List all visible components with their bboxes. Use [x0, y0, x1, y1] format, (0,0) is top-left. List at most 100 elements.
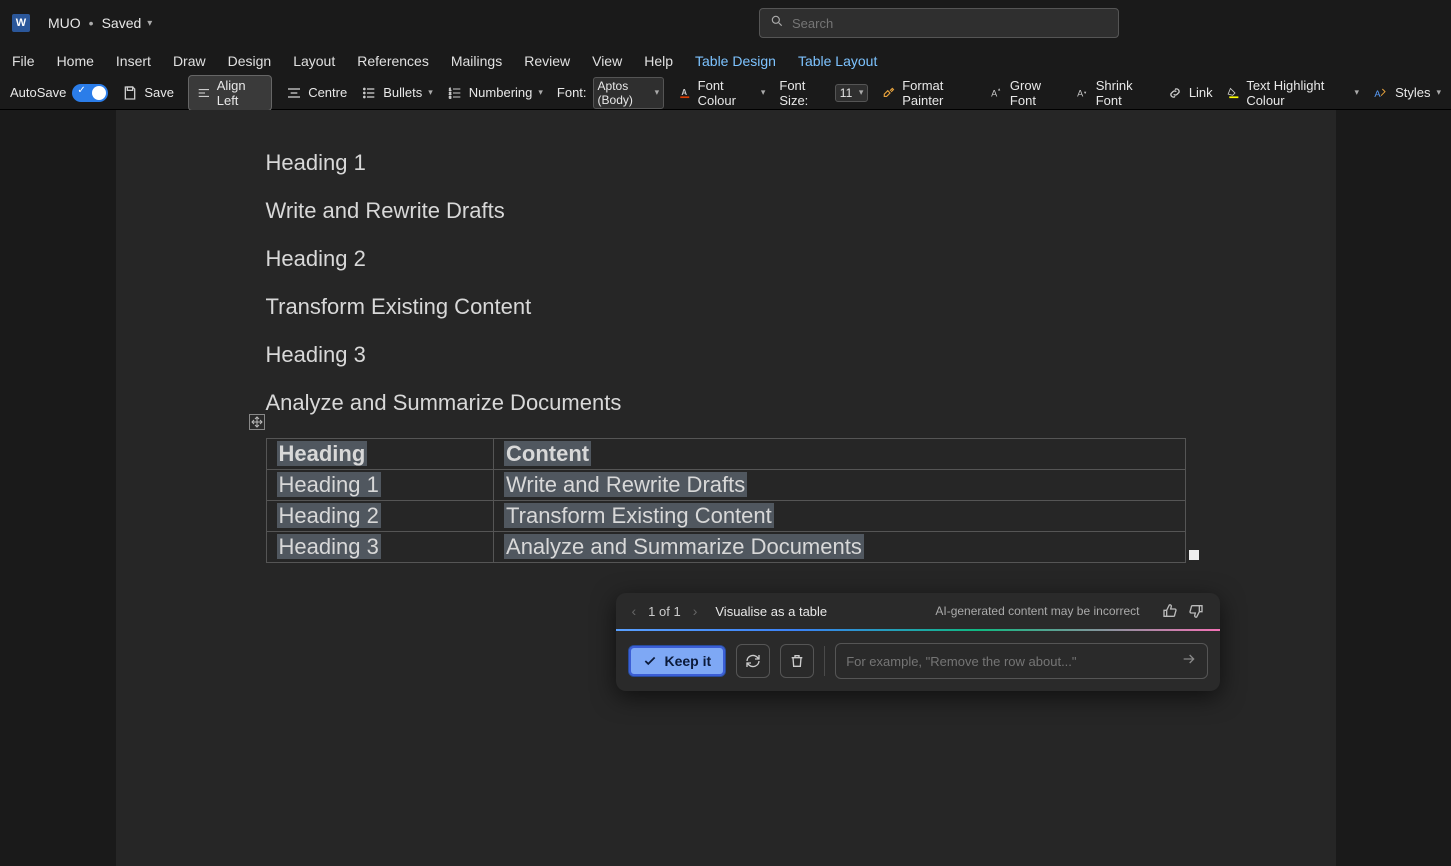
tab-layout[interactable]: Layout: [293, 53, 335, 69]
table-cell[interactable]: Heading 3: [266, 532, 494, 563]
doc-name: MUO: [48, 15, 81, 31]
ai-suggestion-popup: ‹ 1 of 1 › Visualise as a table AI-gener…: [616, 593, 1220, 691]
thumbs-down-icon[interactable]: [1188, 603, 1204, 619]
keep-it-button[interactable]: Keep it: [628, 645, 727, 677]
check-icon: [643, 654, 657, 668]
tab-review[interactable]: Review: [524, 53, 570, 69]
centre-icon: [286, 85, 302, 101]
doc-line[interactable]: Analyze and Summarize Documents: [266, 390, 1186, 416]
chevron-down-icon: ▾: [859, 87, 864, 98]
tab-table-design[interactable]: Table Design: [695, 53, 776, 69]
prev-suggestion-icon[interactable]: ‹: [632, 603, 637, 619]
doc-line[interactable]: Heading 2: [266, 246, 1186, 272]
tab-draw[interactable]: Draw: [173, 53, 206, 69]
ai-disclaimer: AI-generated content may be incorrect: [935, 604, 1139, 618]
save-status: Saved: [102, 15, 142, 31]
link-icon: [1167, 85, 1183, 101]
tab-design[interactable]: Design: [228, 53, 272, 69]
search-icon: [770, 14, 784, 33]
table-row[interactable]: Heading 2 Transform Existing Content: [266, 501, 1185, 532]
table-move-handle[interactable]: [249, 414, 265, 430]
align-left-button[interactable]: Align Left: [188, 75, 272, 111]
bullets-label: Bullets: [383, 85, 422, 100]
discard-button[interactable]: [780, 644, 814, 678]
centre-button[interactable]: Centre: [286, 85, 347, 101]
font-size-label: Font Size:: [779, 78, 828, 108]
save-button[interactable]: Save: [122, 85, 174, 101]
grow-font-button[interactable]: A▴ Grow Font: [990, 78, 1062, 108]
regenerate-button[interactable]: [736, 644, 770, 678]
next-suggestion-icon[interactable]: ›: [693, 603, 698, 619]
font-colour-label: Font Colour: [698, 78, 755, 108]
link-button[interactable]: Link: [1167, 85, 1213, 101]
table-row[interactable]: Heading 1 Write and Rewrite Drafts: [266, 470, 1185, 501]
tab-insert[interactable]: Insert: [116, 53, 151, 69]
table-cell[interactable]: Heading 1: [266, 470, 494, 501]
tab-view[interactable]: View: [592, 53, 622, 69]
tab-table-layout[interactable]: Table Layout: [798, 53, 877, 69]
table-cell[interactable]: Write and Rewrite Drafts: [494, 470, 1185, 501]
search-input[interactable]: [792, 16, 1108, 31]
tab-mailings[interactable]: Mailings: [451, 53, 502, 69]
highlight-button[interactable]: Text Highlight Colour ▾: [1227, 78, 1359, 108]
table-row[interactable]: Heading Content: [266, 439, 1185, 470]
ai-prompt-input-wrapper[interactable]: [835, 643, 1207, 679]
grow-font-icon: A▴: [990, 85, 1004, 101]
autosave-toggle[interactable]: AutoSave ✓: [10, 84, 108, 102]
doc-line[interactable]: Heading 1: [266, 150, 1186, 176]
document-viewport[interactable]: Heading 1 Write and Rewrite Drafts Headi…: [0, 110, 1451, 866]
shrink-font-button[interactable]: A▾ Shrink Font: [1076, 78, 1153, 108]
font-size-picker[interactable]: Font Size: 11 ▾: [779, 78, 868, 108]
highlight-icon: [1227, 85, 1241, 101]
bullets-button[interactable]: Bullets ▾: [361, 85, 433, 101]
doc-line[interactable]: Write and Rewrite Drafts: [266, 198, 1186, 224]
size-combo[interactable]: 11 ▾: [835, 84, 869, 102]
table-cell[interactable]: Analyze and Summarize Documents: [494, 532, 1185, 563]
format-painter-button[interactable]: Format Painter: [882, 78, 976, 108]
tab-references[interactable]: References: [357, 53, 429, 69]
styles-button[interactable]: A Styles ▾: [1373, 85, 1441, 101]
grow-font-label: Grow Font: [1010, 78, 1062, 108]
ai-actions-row: Keep it: [616, 631, 1220, 691]
font-picker[interactable]: Font: Aptos (Body) ▾: [557, 77, 664, 109]
numbering-icon: 123: [447, 85, 463, 101]
styles-icon: A: [1373, 85, 1389, 101]
numbering-button[interactable]: 123 Numbering ▾: [447, 85, 543, 101]
refresh-icon: [745, 653, 761, 669]
thumbs-up-icon[interactable]: [1162, 603, 1178, 619]
trash-icon: [789, 653, 805, 669]
align-left-label: Align Left: [217, 78, 263, 108]
tab-home[interactable]: Home: [57, 53, 94, 69]
table-cell[interactable]: Transform Existing Content: [494, 501, 1185, 532]
table-header-cell[interactable]: Heading: [266, 439, 494, 470]
doc-line[interactable]: Heading 3: [266, 342, 1186, 368]
send-icon[interactable]: [1181, 651, 1197, 672]
font-colour-icon: A: [678, 85, 691, 101]
table-resize-handle[interactable]: [1189, 550, 1199, 560]
document-page[interactable]: Heading 1 Write and Rewrite Drafts Headi…: [116, 110, 1336, 866]
font-combo[interactable]: Aptos (Body) ▾: [593, 77, 665, 109]
ai-prompt-input[interactable]: [846, 654, 1180, 669]
chevron-down-icon: ▾: [147, 18, 152, 29]
ai-popup-header: ‹ 1 of 1 › Visualise as a table AI-gener…: [616, 593, 1220, 629]
chevron-down-icon: ▾: [655, 87, 660, 98]
doc-line[interactable]: Transform Existing Content: [266, 294, 1186, 320]
ribbon-tabs: File Home Insert Draw Design Layout Refe…: [0, 46, 1451, 76]
table-header-cell[interactable]: Content: [494, 439, 1185, 470]
document-title[interactable]: MUO Saved ▾: [48, 15, 152, 31]
font-colour-button[interactable]: A Font Colour ▾: [678, 78, 765, 108]
format-painter-label: Format Painter: [902, 78, 976, 108]
chevron-down-icon: ▾: [1355, 87, 1360, 98]
table-cell[interactable]: Heading 2: [266, 501, 494, 532]
paintbrush-icon: [882, 85, 896, 101]
svg-text:3: 3: [449, 94, 452, 99]
tab-help[interactable]: Help: [644, 53, 673, 69]
table-row[interactable]: Heading 3 Analyze and Summarize Document…: [266, 532, 1185, 563]
font-label: Font:: [557, 85, 587, 100]
title-bar: W MUO Saved ▾: [0, 0, 1451, 46]
document-table[interactable]: Heading Content Heading 1 Write and Rewr…: [266, 438, 1186, 563]
search-box[interactable]: [759, 8, 1119, 38]
tab-file[interactable]: File: [12, 53, 35, 69]
word-app-icon: W: [12, 14, 30, 32]
ribbon-toolbar: AutoSave ✓ Save Align Left Centre Bullet…: [0, 76, 1451, 110]
